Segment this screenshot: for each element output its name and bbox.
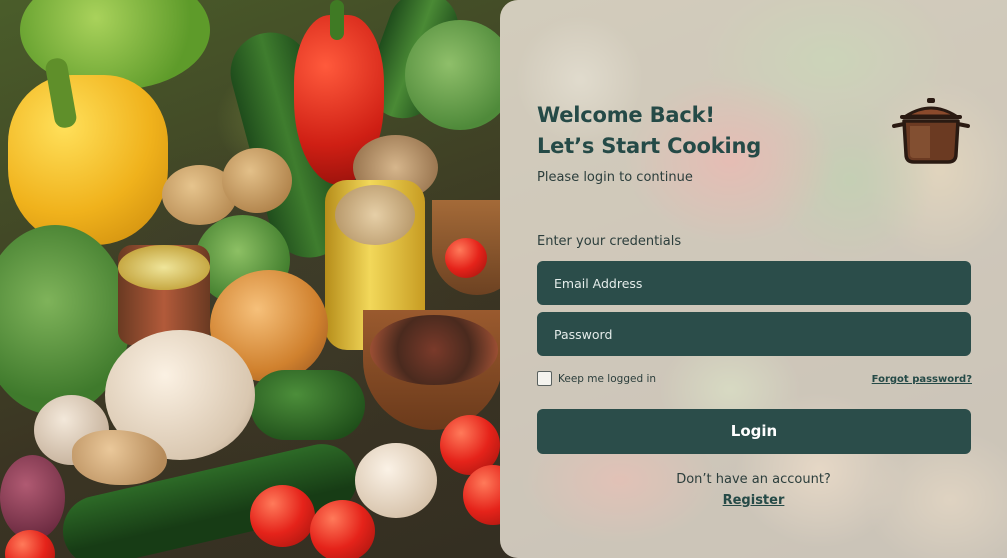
red-onion-shape xyxy=(0,455,65,540)
jar-lid-shape xyxy=(118,245,210,290)
broccoli-shape xyxy=(405,20,515,130)
no-account-text: Don’t have an account? xyxy=(676,472,831,487)
forgot-password-link[interactable]: Forgot password? xyxy=(872,374,972,385)
welcome-heading: Welcome Back! Let’s Start Cooking xyxy=(537,100,761,162)
tomato-shape xyxy=(250,485,315,547)
yellow-pepper-shape xyxy=(8,75,168,245)
password-field[interactable] xyxy=(537,312,971,356)
register-link[interactable]: Register xyxy=(500,493,1007,508)
keep-logged-in-checkbox[interactable] xyxy=(537,371,552,386)
potato-shape xyxy=(222,148,292,213)
keep-logged-in-option[interactable]: Keep me logged in xyxy=(537,371,656,386)
keep-logged-in-label: Keep me logged in xyxy=(558,372,657,385)
tomato-shape xyxy=(445,238,487,278)
cucumber-shape xyxy=(250,370,365,440)
welcome-tagline: Let’s Start Cooking xyxy=(537,134,762,158)
bottle-top-shape xyxy=(335,185,415,245)
login-panel: Welcome Back! Let’s Start Cooking Please… xyxy=(500,0,1007,558)
tomato-shape xyxy=(310,500,375,558)
login-subtitle: Please login to continue xyxy=(537,170,693,185)
login-button[interactable]: Login xyxy=(537,409,971,454)
credentials-label: Enter your credentials xyxy=(537,234,682,249)
cooking-pot-icon xyxy=(892,98,970,164)
welcome-title: Welcome Back! xyxy=(537,103,715,127)
pepper-stem-shape xyxy=(330,0,344,40)
email-field[interactable] xyxy=(537,261,971,305)
garlic-shape xyxy=(355,443,437,518)
peppercorns-shape xyxy=(370,315,498,385)
